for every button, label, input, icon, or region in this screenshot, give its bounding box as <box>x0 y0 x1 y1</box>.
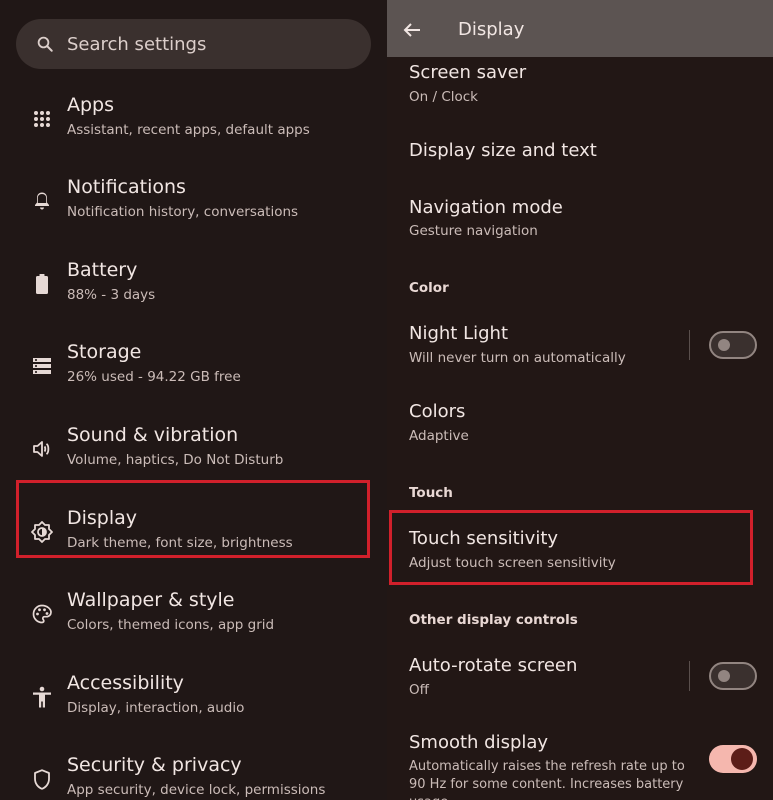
settings-item-storage[interactable]: Storage 26% used - 94.22 GB free <box>0 333 387 399</box>
smooth-display-subtitle: Automatically raises the refresh rate up… <box>409 759 685 800</box>
settings-item-accessibility[interactable]: Accessibility Display, interaction, audi… <box>0 664 387 730</box>
accessibility-icon <box>31 686 53 708</box>
brightness-icon <box>31 521 53 543</box>
night-light-subtitle: Will never turn on automatically <box>409 350 626 366</box>
storage-icon <box>31 355 53 377</box>
screen-saver-title: Screen saver <box>409 62 527 83</box>
settings-item-subtitle: App security, device lock, permissions <box>67 782 326 798</box>
screen-saver-subtitle: On / Clock <box>409 89 478 105</box>
display-settings-panel: Display Screen saver On / Clock Display … <box>387 0 773 800</box>
screen-saver-item[interactable]: Screen saver On / Clock <box>387 57 773 112</box>
settings-main-panel: Search settings Apps Assistant, recent a… <box>0 0 387 800</box>
settings-item-subtitle: 88% - 3 days <box>67 287 156 303</box>
settings-item-security-privacy[interactable]: Security & privacy App security, device … <box>0 746 387 800</box>
settings-item-battery[interactable]: Battery 88% - 3 days <box>0 251 387 317</box>
night-light-item[interactable]: Night Light Will never turn on automatic… <box>387 318 773 378</box>
search-bar[interactable]: Search settings <box>16 19 371 69</box>
auto-rotate-title: Auto-rotate screen <box>409 655 578 676</box>
settings-item-apps[interactable]: Apps Assistant, recent apps, default app… <box>0 86 387 152</box>
search-icon <box>36 35 54 53</box>
auto-rotate-subtitle: Off <box>409 682 429 698</box>
app-bar: Display <box>387 0 773 57</box>
bell-icon <box>31 190 53 212</box>
apps-grid-icon <box>31 108 53 130</box>
toggle-knob <box>718 670 730 682</box>
settings-item-subtitle: Notification history, conversations <box>67 204 299 220</box>
settings-item-title: Security & privacy <box>67 754 242 776</box>
divider <box>689 661 690 691</box>
colors-subtitle: Adaptive <box>409 428 469 444</box>
settings-item-subtitle: Colors, themed icons, app grid <box>67 617 275 633</box>
settings-item-title: Accessibility <box>67 672 184 694</box>
navigation-mode-item[interactable]: Navigation mode Gesture navigation <box>387 190 773 250</box>
toggle-knob <box>718 339 730 351</box>
settings-item-subtitle: Assistant, recent apps, default apps <box>67 122 310 138</box>
settings-item-display[interactable]: Display Dark theme, font size, brightnes… <box>0 499 387 565</box>
section-header-color: Color <box>409 280 449 296</box>
auto-rotate-item[interactable]: Auto-rotate screen Off <box>387 650 773 705</box>
settings-item-title: Storage <box>67 341 142 363</box>
settings-item-subtitle: Volume, haptics, Do Not Disturb <box>67 452 284 468</box>
settings-item-title: Notifications <box>67 176 186 198</box>
display-size-text-item[interactable]: Display size and text <box>387 125 773 175</box>
display-size-text-title: Display size and text <box>409 140 597 161</box>
night-light-title: Night Light <box>409 323 508 344</box>
settings-item-title: Battery <box>67 259 138 281</box>
page-title: Display <box>458 19 525 40</box>
palette-icon <box>31 603 53 625</box>
section-header-touch: Touch <box>409 485 453 501</box>
toggle-knob <box>731 748 753 770</box>
auto-rotate-toggle[interactable] <box>709 662 757 690</box>
settings-item-subtitle: Dark theme, font size, brightness <box>67 535 293 551</box>
settings-item-title: Apps <box>67 94 115 116</box>
settings-item-subtitle: Display, interaction, audio <box>67 700 245 716</box>
touch-sensitivity-title: Touch sensitivity <box>409 528 559 549</box>
shield-icon <box>31 768 53 790</box>
smooth-display-toggle[interactable] <box>709 745 757 773</box>
back-arrow-icon[interactable] <box>403 21 421 39</box>
search-placeholder: Search settings <box>67 33 207 55</box>
navigation-mode-subtitle: Gesture navigation <box>409 223 538 239</box>
settings-item-wallpaper-style[interactable]: Wallpaper & style Colors, themed icons, … <box>0 581 387 647</box>
settings-item-title: Display <box>67 507 138 529</box>
navigation-mode-title: Navigation mode <box>409 197 563 218</box>
battery-icon <box>31 273 53 295</box>
divider <box>689 330 690 360</box>
smooth-display-item[interactable]: Smooth display Automatically raises the … <box>387 728 773 800</box>
settings-item-title: Sound & vibration <box>67 424 239 446</box>
smooth-display-title: Smooth display <box>409 732 549 753</box>
settings-item-sound-vibration[interactable]: Sound & vibration Volume, haptics, Do No… <box>0 416 387 482</box>
screen: Search settings Apps Assistant, recent a… <box>0 0 773 800</box>
touch-sensitivity-item[interactable]: Touch sensitivity Adjust touch screen se… <box>387 522 773 577</box>
settings-item-title: Wallpaper & style <box>67 589 235 611</box>
night-light-toggle[interactable] <box>709 331 757 359</box>
speaker-icon <box>31 438 53 460</box>
colors-item[interactable]: Colors Adaptive <box>387 396 773 451</box>
settings-item-notifications[interactable]: Notifications Notification history, conv… <box>0 168 387 234</box>
settings-item-subtitle: 26% used - 94.22 GB free <box>67 369 241 385</box>
colors-title: Colors <box>409 401 466 422</box>
section-header-other-display-controls: Other display controls <box>409 612 578 628</box>
touch-sensitivity-subtitle: Adjust touch screen sensitivity <box>409 555 616 571</box>
